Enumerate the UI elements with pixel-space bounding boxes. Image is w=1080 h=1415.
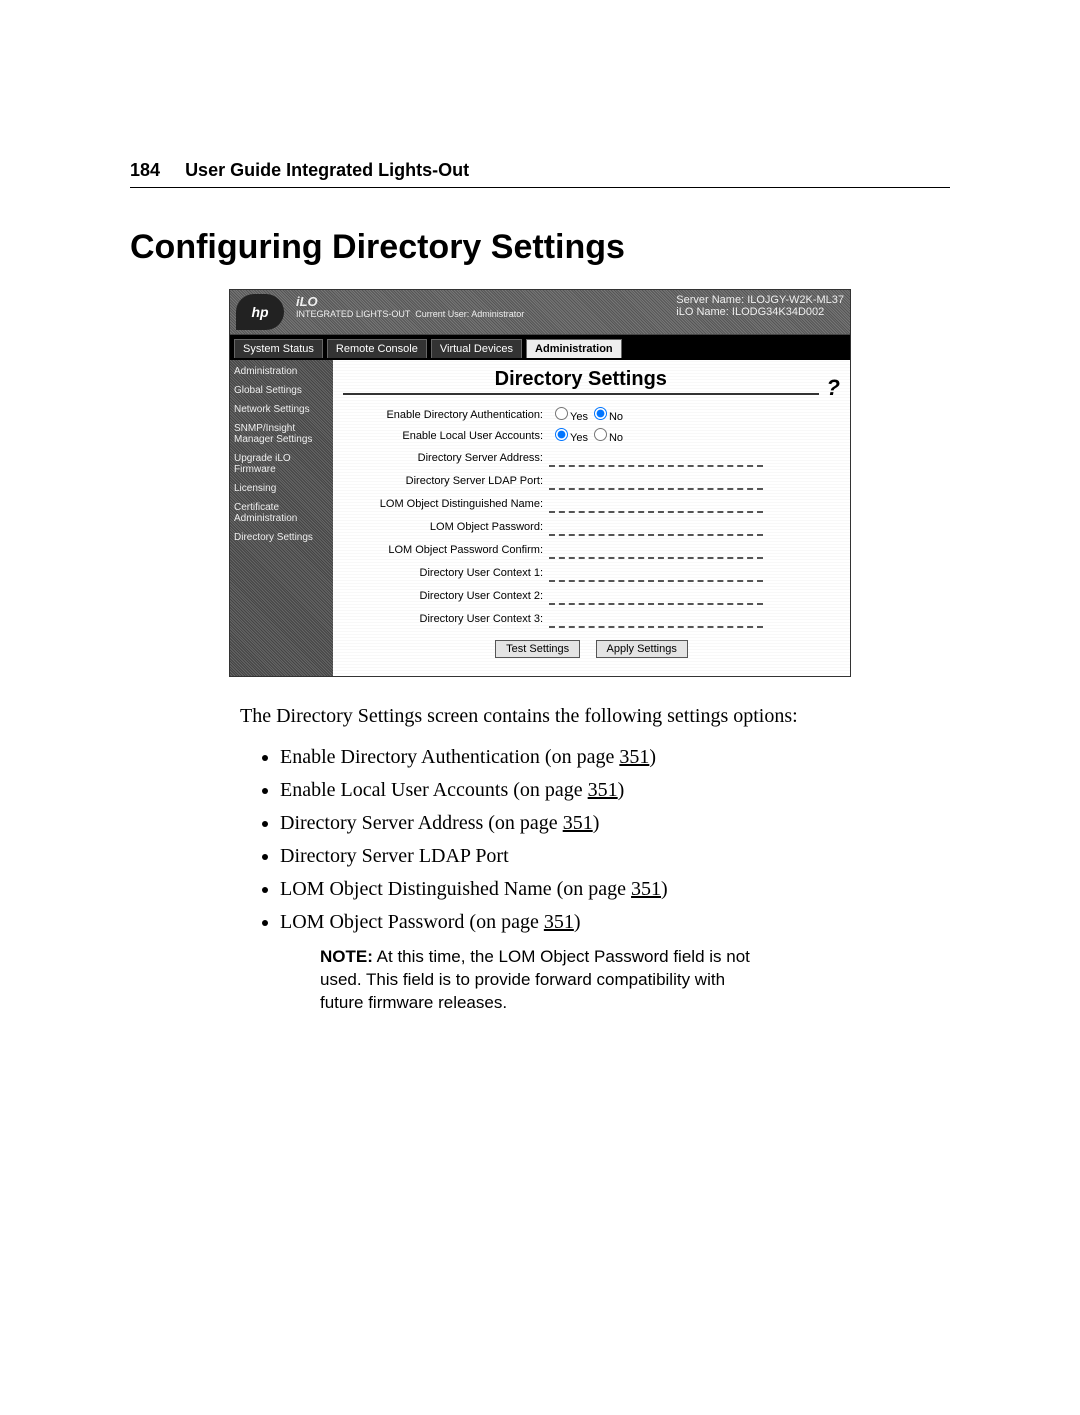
ilo-brand: iLO [296,294,318,309]
directory-user-context-2-input[interactable] [549,587,763,605]
ilo-name-value: ILODG34K34D002 [732,306,824,318]
hp-logo: hp [236,294,284,330]
tab-virtual-devices[interactable]: Virtual Devices [431,339,522,358]
field-label: LOM Object Distinguished Name: [343,498,549,510]
list-item: Directory Server LDAP Port [280,845,950,868]
note-block: NOTE: At this time, the LOM Object Passw… [320,946,750,1015]
list-item: LOM Object Password (on page 351) [280,911,950,934]
radio-label: Yes [570,432,588,444]
form-row: Directory User Context 2: [343,587,840,605]
sidebar-item-network-settings[interactable]: Network Settings [234,404,329,415]
sidebar-item-upgrade-ilo-firmware[interactable]: Upgrade iLO Firmware [234,453,329,475]
directory-server-address-input[interactable] [549,449,763,467]
radio-no[interactable] [594,407,607,420]
radio-label: Yes [570,411,588,423]
form-row: Directory User Context 3: [343,610,840,628]
field-label: Directory User Context 1: [343,567,549,579]
page-link[interactable]: 351 [563,812,593,834]
test-settings-button[interactable]: Test Settings [495,640,580,658]
field-label: Directory User Context 2: [343,590,549,602]
page-link[interactable]: 351 [544,911,574,933]
form-row: Enable Local User Accounts: Yes No [343,428,840,444]
tab-remote-console[interactable]: Remote Console [327,339,427,358]
form-row: Directory Server Address: [343,449,840,467]
book-title: User Guide Integrated Lights-Out [185,160,469,180]
sidebar-item-licensing[interactable]: Licensing [234,483,329,494]
list-item: LOM Object Distinguished Name (on page 3… [280,878,950,901]
tab-bar: System StatusRemote ConsoleVirtual Devic… [230,335,850,358]
field-label: LOM Object Password: [343,521,549,533]
running-header: 184 User Guide Integrated Lights-Out [130,160,950,188]
radio-yes[interactable] [555,407,568,420]
list-item: Directory Server Address (on page 351) [280,812,950,835]
radio-label: No [609,411,623,423]
form-row: Directory User Context 1: [343,564,840,582]
page-link[interactable]: 351 [588,779,618,801]
radio-label: No [609,432,623,444]
sidebar-item-directory-settings[interactable]: Directory Settings [234,532,329,543]
lom-object-distinguished-name-input[interactable] [549,495,763,513]
lom-object-password-confirm-input[interactable] [549,541,763,559]
page-link[interactable]: 351 [619,746,649,768]
form-row: Directory Server LDAP Port: [343,472,840,490]
sidebar-nav: Administration Global Settings Network Set… [230,360,333,676]
options-list: Enable Directory Authentication (on page… [280,746,950,934]
directory-user-context-3-input[interactable] [549,610,763,628]
tab-administration[interactable]: Administration [526,339,622,358]
note-body: At this time, the LOM Object Password fi… [320,947,750,1012]
tab-system-status[interactable]: System Status [234,339,323,358]
page-title: Configuring Directory Settings [130,228,950,267]
field-label: LOM Object Password Confirm: [343,544,549,556]
field-label: Directory Server LDAP Port: [343,475,549,487]
field-label: Enable Directory Authentication: [343,409,549,421]
radio-yes[interactable] [555,428,568,441]
form-row: LOM Object Password: [343,518,840,536]
form-row: LOM Object Distinguished Name: [343,495,840,513]
page-number: 184 [130,160,160,180]
field-label: Directory User Context 3: [343,613,549,625]
directory-user-context-1-input[interactable] [549,564,763,582]
help-icon[interactable]: ? [827,375,840,401]
field-label: Enable Local User Accounts: [343,430,549,442]
list-item: Enable Directory Authentication (on page… [280,746,950,769]
ilo-subtitle: INTEGRATED LIGHTS-OUT Current User: Admi… [296,309,676,319]
form-row: LOM Object Password Confirm: [343,541,840,559]
list-item: Enable Local User Accounts (on page 351) [280,779,950,802]
field-label: Directory Server Address: [343,452,549,464]
sidebar-item-global-settings[interactable]: Global Settings [234,385,329,396]
panel-title: Directory Settings [343,368,819,395]
ilo-name-label: iLO Name: [676,306,729,318]
directory-settings-screenshot: hp iLO INTEGRATED LIGHTS-OUT Current Use… [229,289,851,677]
server-name-label: Server Name: [676,294,744,306]
apply-settings-button[interactable]: Apply Settings [596,640,688,658]
form-row: Enable Directory Authentication: Yes No [343,407,840,423]
sidebar-item-certificate-administration[interactable]: Certificate Administration [234,502,329,524]
sidebar-item-administration[interactable]: Administration [234,366,329,377]
server-name-value: ILOJGY-W2K-ML37 [747,294,844,306]
intro-text: The Directory Settings screen contains t… [240,705,840,728]
lom-object-password-input[interactable] [549,518,763,536]
radio-no[interactable] [594,428,607,441]
sidebar-item-snmp-insight-manager-settings[interactable]: SNMP/Insight Manager Settings [234,423,329,445]
note-label: NOTE: [320,947,373,966]
directory-server-ldap-port-input[interactable] [549,472,763,490]
page-link[interactable]: 351 [631,878,661,900]
